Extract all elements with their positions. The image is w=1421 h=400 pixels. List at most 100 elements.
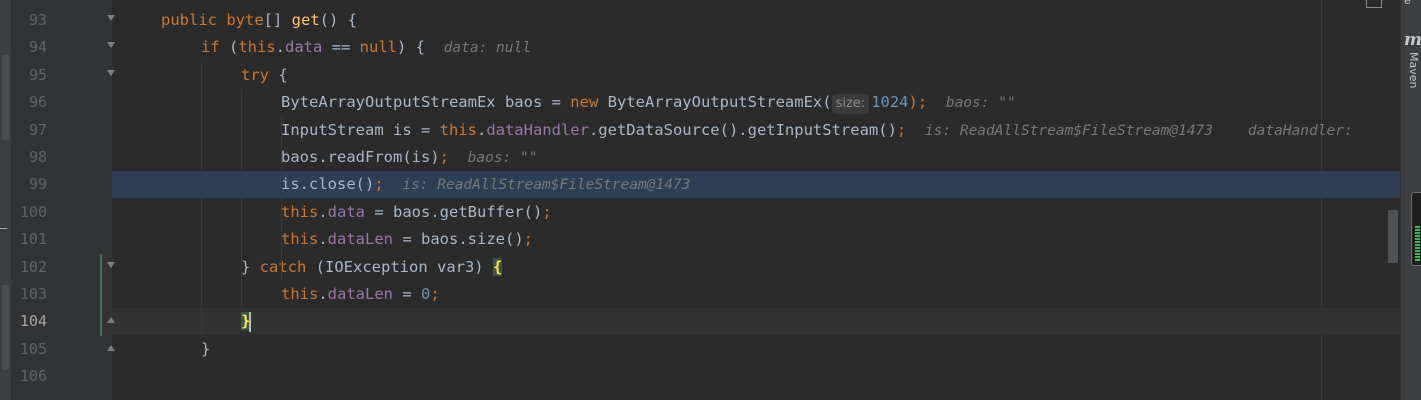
code-token: () { (319, 11, 357, 29)
code-line[interactable]: 101 this.dataLen = baos.size(); (0, 226, 1421, 253)
code-token: ; (523, 230, 533, 249)
memory-indicator-fill (1415, 225, 1420, 262)
code-text[interactable]: this.data = baos.getBuffer(); (281, 199, 552, 226)
code-token: ; (896, 120, 925, 139)
code-token: .getDataSource().getInputStream() (588, 120, 897, 139)
code-token: ; (542, 202, 552, 221)
code-line[interactable]: 104} (20, 308, 1400, 336)
line-number[interactable]: 103 (11, 281, 47, 308)
line-number[interactable]: 102 (11, 254, 47, 281)
code-token: baos.readFrom(is) (281, 148, 440, 166)
line-number[interactable]: 96 (11, 89, 47, 116)
code-token: try (241, 65, 279, 84)
code-line[interactable]: 95 try { (0, 62, 1421, 89)
code-line[interactable]: 94 if (this.data == null) { data: null (0, 34, 1421, 61)
fold-icon[interactable] (107, 261, 116, 272)
code-text[interactable]: } (201, 336, 210, 363)
fold-marker (107, 344, 115, 351)
code-token: (IOException var3) (315, 257, 493, 276)
debug-inline-value: data: null (443, 40, 531, 57)
matched-brace: { (492, 257, 503, 276)
line-number[interactable]: 97 (11, 117, 47, 144)
code-line[interactable]: 106 (0, 363, 1421, 390)
code-text[interactable]: this.dataLen = 0; (281, 281, 440, 308)
code-token: } (201, 339, 211, 358)
code-token: this (281, 202, 319, 221)
execution-point-line[interactable]: 99 is.close(); is: ReadAllStream$FileStre… (29, 171, 1400, 199)
code-token: is.close() (281, 175, 375, 194)
maven-tab[interactable]: Maven (1407, 52, 1420, 88)
code-token: dataLen (327, 285, 393, 303)
code-text[interactable]: InputStream is = this.dataHandler.getDat… (281, 117, 1361, 145)
code-line[interactable]: 103 this.dataLen = 0; (0, 281, 1421, 308)
code-token: } (241, 257, 260, 276)
code-token: ByteArrayOutputStreamEx baos = (281, 93, 571, 112)
code-token: this (281, 285, 319, 303)
code-token: ; (430, 285, 440, 303)
code-token: = baos.getBuffer() (365, 202, 543, 221)
scrollbar-thumb[interactable] (1388, 210, 1398, 263)
code-token: ( (229, 38, 239, 57)
code-token: ByteArrayOutputStreamEx( (607, 93, 832, 112)
fold-marker (107, 42, 115, 49)
code-token: . (318, 230, 328, 249)
code-line[interactable]: 102} catch (IOException var3) { (0, 254, 1421, 281)
line-number[interactable]: 101 (11, 226, 47, 253)
fold-end-icon[interactable] (107, 344, 116, 354)
bookmark-icon[interactable] (1366, 0, 1382, 8)
code-text[interactable]: if (this.data == null) { data: null (201, 34, 531, 62)
code-text[interactable]: public byte[] get() { (161, 7, 357, 34)
code-token: public (161, 11, 227, 29)
parameter-hint: size: (831, 94, 870, 115)
line-number[interactable]: 94 (11, 34, 47, 61)
text-caret (249, 311, 252, 332)
code-line[interactable]: 96 ByteArrayOutputStreamEx baos = new Byt… (0, 89, 1421, 116)
code-text[interactable]: ByteArrayOutputStreamEx baos = new ByteA… (281, 89, 1016, 117)
code-line[interactable]: 105} (0, 336, 1421, 363)
maven-icon[interactable]: m (1404, 30, 1421, 50)
code-line[interactable]: 93 public byte[] get() { (0, 7, 1421, 34)
code-token: if (201, 38, 229, 57)
code-text[interactable]: baos.readFrom(is); baos: "" (281, 144, 537, 172)
code-line[interactable]: 98 baos.readFrom(is); baos: "" (0, 144, 1421, 171)
code-token: . (318, 202, 328, 221)
line-number[interactable]: 98 (11, 144, 47, 171)
fold-icon[interactable] (107, 15, 116, 25)
code-text[interactable]: this.dataLen = baos.size(); (281, 226, 533, 253)
code-token: 0 (421, 285, 431, 303)
fold-icon[interactable] (107, 69, 116, 80)
code-token: [] (263, 11, 292, 29)
code-token: . (476, 120, 487, 139)
line-number[interactable]: 93 (11, 7, 47, 34)
debug-inline-value: is: ReadAllStream$FileStream@1473 (402, 177, 691, 194)
indent-guide (281, 116, 282, 281)
code-token: data (285, 38, 323, 57)
code-text[interactable]: } (241, 308, 252, 335)
vcs-change-marker[interactable] (100, 253, 102, 336)
fold-end-icon[interactable] (107, 316, 116, 326)
line-number[interactable]: 104 (11, 308, 47, 335)
line-number[interactable]: 105 (11, 336, 47, 363)
line-number[interactable]: 100 (11, 199, 47, 226)
code-text[interactable]: is.close(); is: ReadAllStream$FileStream… (281, 171, 690, 199)
debug-inline-value: baos: "" (467, 150, 538, 166)
code-line[interactable]: 100 this.data = baos.getBuffer(); (0, 199, 1421, 226)
line-number[interactable]: 99 (11, 171, 47, 198)
fold-icon[interactable] (107, 42, 116, 52)
code-line[interactable]: 97 InputStream is = this.dataHandler.getD… (0, 117, 1421, 144)
code-token: this (238, 38, 276, 57)
panel-top-letter[interactable]: e (1404, 0, 1411, 7)
indent-guide (201, 61, 202, 336)
line-number[interactable]: 95 (11, 62, 47, 89)
code-token: . (318, 285, 328, 303)
code-token: = baos.size() (393, 230, 524, 249)
code-text[interactable]: try { (241, 62, 288, 89)
memory-indicator[interactable] (1411, 192, 1421, 266)
code-token: = (393, 285, 421, 303)
indent-guide (241, 89, 242, 309)
fold-marker (107, 15, 115, 21)
code-token: { (278, 65, 288, 84)
line-number[interactable]: 106 (11, 363, 47, 390)
code-token: this (281, 230, 319, 249)
code-token: this (439, 120, 477, 139)
